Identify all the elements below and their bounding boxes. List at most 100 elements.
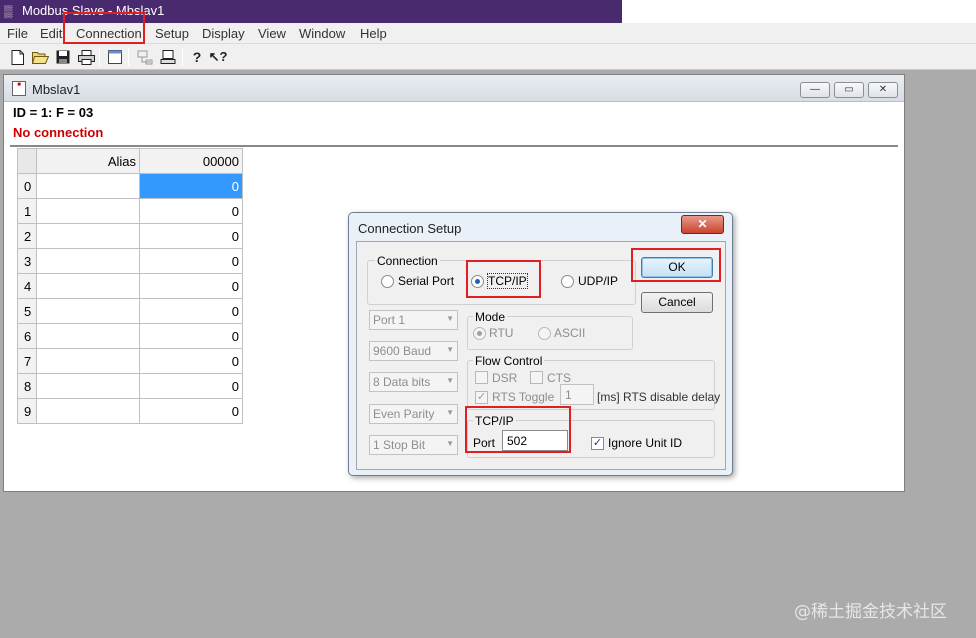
- row-index[interactable]: 0: [17, 173, 37, 199]
- alias-cell[interactable]: [36, 398, 140, 424]
- header-separator: [10, 145, 898, 147]
- table-row: 3 0: [17, 248, 243, 274]
- register-value-cell[interactable]: 0: [139, 298, 243, 324]
- help-question-icon[interactable]: ?: [188, 48, 206, 66]
- highlight-tcpip-port: [465, 406, 571, 453]
- row-index[interactable]: 4: [17, 273, 37, 299]
- register-value-cell[interactable]: 0: [139, 223, 243, 249]
- port-combo[interactable]: Port 1 ▼: [369, 310, 458, 330]
- register-value-cell[interactable]: 0: [139, 348, 243, 374]
- register-value-cell[interactable]: 0: [139, 398, 243, 424]
- toolbar-separator: [128, 48, 129, 66]
- udp-ip-radio[interactable]: [561, 275, 574, 288]
- row-index[interactable]: 1: [17, 198, 37, 224]
- menu-display[interactable]: Display: [202, 26, 245, 41]
- table-row: 9 0: [17, 398, 243, 424]
- restore-button[interactable]: ▭: [834, 82, 864, 98]
- connect-icon[interactable]: [136, 48, 154, 66]
- alias-cell[interactable]: [36, 348, 140, 374]
- child-title-bar: ■ Mbslav1 — ▭ ✕: [4, 75, 904, 102]
- ignore-unit-id-checkbox[interactable]: ✓: [591, 437, 604, 450]
- menu-window[interactable]: Window: [299, 26, 345, 41]
- context-help-icon[interactable]: ↖?: [209, 48, 228, 66]
- new-file-icon[interactable]: [8, 48, 26, 66]
- dialog-title: Connection Setup: [358, 221, 462, 236]
- row-index[interactable]: 7: [17, 348, 37, 374]
- register-value-cell[interactable]: 0: [139, 173, 243, 199]
- register-grid: Alias 00000 0 0 1 0 2 0 3 0 4 0 5 0 6 0 …: [17, 148, 243, 424]
- register-value-cell[interactable]: 0: [139, 323, 243, 349]
- row-index[interactable]: 9: [17, 398, 37, 424]
- menu-setup[interactable]: Setup: [155, 26, 189, 41]
- rts-delay-input[interactable]: 1: [560, 384, 594, 405]
- cts-label[interactable]: CTS: [547, 371, 571, 385]
- alias-cell[interactable]: [36, 223, 140, 249]
- rtu-radio[interactable]: [473, 327, 486, 340]
- window-layout-icon[interactable]: [106, 48, 124, 66]
- parity-combo-value: Even Parity: [373, 407, 435, 421]
- print-icon[interactable]: [77, 48, 95, 66]
- table-row: 0 0: [17, 173, 243, 199]
- menu-help[interactable]: Help: [360, 26, 387, 41]
- chevron-down-icon: ▼: [446, 408, 454, 417]
- dialog-close-button[interactable]: ✕: [681, 215, 724, 234]
- alias-cell[interactable]: [36, 273, 140, 299]
- alias-cell[interactable]: [36, 198, 140, 224]
- cancel-button[interactable]: Cancel: [641, 292, 713, 313]
- menu-edit[interactable]: Edit: [40, 26, 62, 41]
- open-folder-icon[interactable]: [31, 48, 49, 66]
- highlight-tcpip-radio: [466, 260, 541, 298]
- parity-combo[interactable]: Even Parity ▼: [369, 404, 458, 424]
- alias-cell[interactable]: [36, 373, 140, 399]
- mode-group-label: Mode: [473, 310, 508, 324]
- register-value-cell[interactable]: 0: [139, 373, 243, 399]
- register-value-cell[interactable]: 0: [139, 273, 243, 299]
- save-disk-icon[interactable]: [54, 48, 72, 66]
- toolbar-separator: [182, 48, 183, 66]
- ignore-unit-id-label[interactable]: Ignore Unit ID: [608, 436, 682, 450]
- minimize-button[interactable]: —: [800, 82, 830, 98]
- alias-column-header[interactable]: Alias: [36, 148, 140, 174]
- table-row: 8 0: [17, 373, 243, 399]
- address-column-header[interactable]: 00000: [139, 148, 243, 174]
- baud-combo[interactable]: 9600 Baud ▼: [369, 341, 458, 361]
- rts-toggle-checkbox[interactable]: ✓: [475, 391, 488, 404]
- chevron-down-icon: ▼: [446, 314, 454, 323]
- menu-file[interactable]: File: [7, 26, 28, 41]
- dsr-checkbox[interactable]: [475, 371, 488, 384]
- row-index[interactable]: 8: [17, 373, 37, 399]
- alias-cell[interactable]: [36, 323, 140, 349]
- dsr-label[interactable]: DSR: [492, 371, 517, 385]
- rts-toggle-label[interactable]: RTS Toggle: [492, 390, 554, 404]
- alias-cell[interactable]: [36, 298, 140, 324]
- grid-corner-cell[interactable]: [17, 148, 37, 174]
- toolbar-separator: [99, 48, 100, 66]
- alias-cell[interactable]: [36, 173, 140, 199]
- disconnect-icon[interactable]: [159, 48, 177, 66]
- stop-bit-combo-value: 1 Stop Bit: [373, 438, 426, 452]
- register-value-cell[interactable]: 0: [139, 198, 243, 224]
- data-bits-combo-value: 8 Data bits: [373, 375, 431, 389]
- ascii-label[interactable]: ASCII: [554, 326, 585, 340]
- chevron-down-icon: ▼: [446, 376, 454, 385]
- cts-checkbox[interactable]: [530, 371, 543, 384]
- connection-status: No connection: [13, 125, 104, 140]
- ascii-radio[interactable]: [538, 327, 551, 340]
- toolbar: ? ↖?: [0, 44, 976, 70]
- udp-ip-label[interactable]: UDP/IP: [578, 274, 618, 288]
- row-index[interactable]: 3: [17, 248, 37, 274]
- stop-bit-combo[interactable]: 1 Stop Bit ▼: [369, 435, 458, 455]
- row-index[interactable]: 5: [17, 298, 37, 324]
- alias-cell[interactable]: [36, 248, 140, 274]
- row-index[interactable]: 2: [17, 223, 37, 249]
- close-window-button[interactable]: ✕: [868, 82, 898, 98]
- document-icon: ■: [12, 81, 26, 96]
- data-bits-combo[interactable]: 8 Data bits ▼: [369, 372, 458, 392]
- row-index[interactable]: 6: [17, 323, 37, 349]
- serial-port-radio[interactable]: [381, 275, 394, 288]
- highlight-connection-menu: [63, 12, 145, 44]
- rtu-label[interactable]: RTU: [489, 326, 513, 340]
- menu-view[interactable]: View: [258, 26, 286, 41]
- serial-port-label[interactable]: Serial Port: [398, 274, 454, 288]
- register-value-cell[interactable]: 0: [139, 248, 243, 274]
